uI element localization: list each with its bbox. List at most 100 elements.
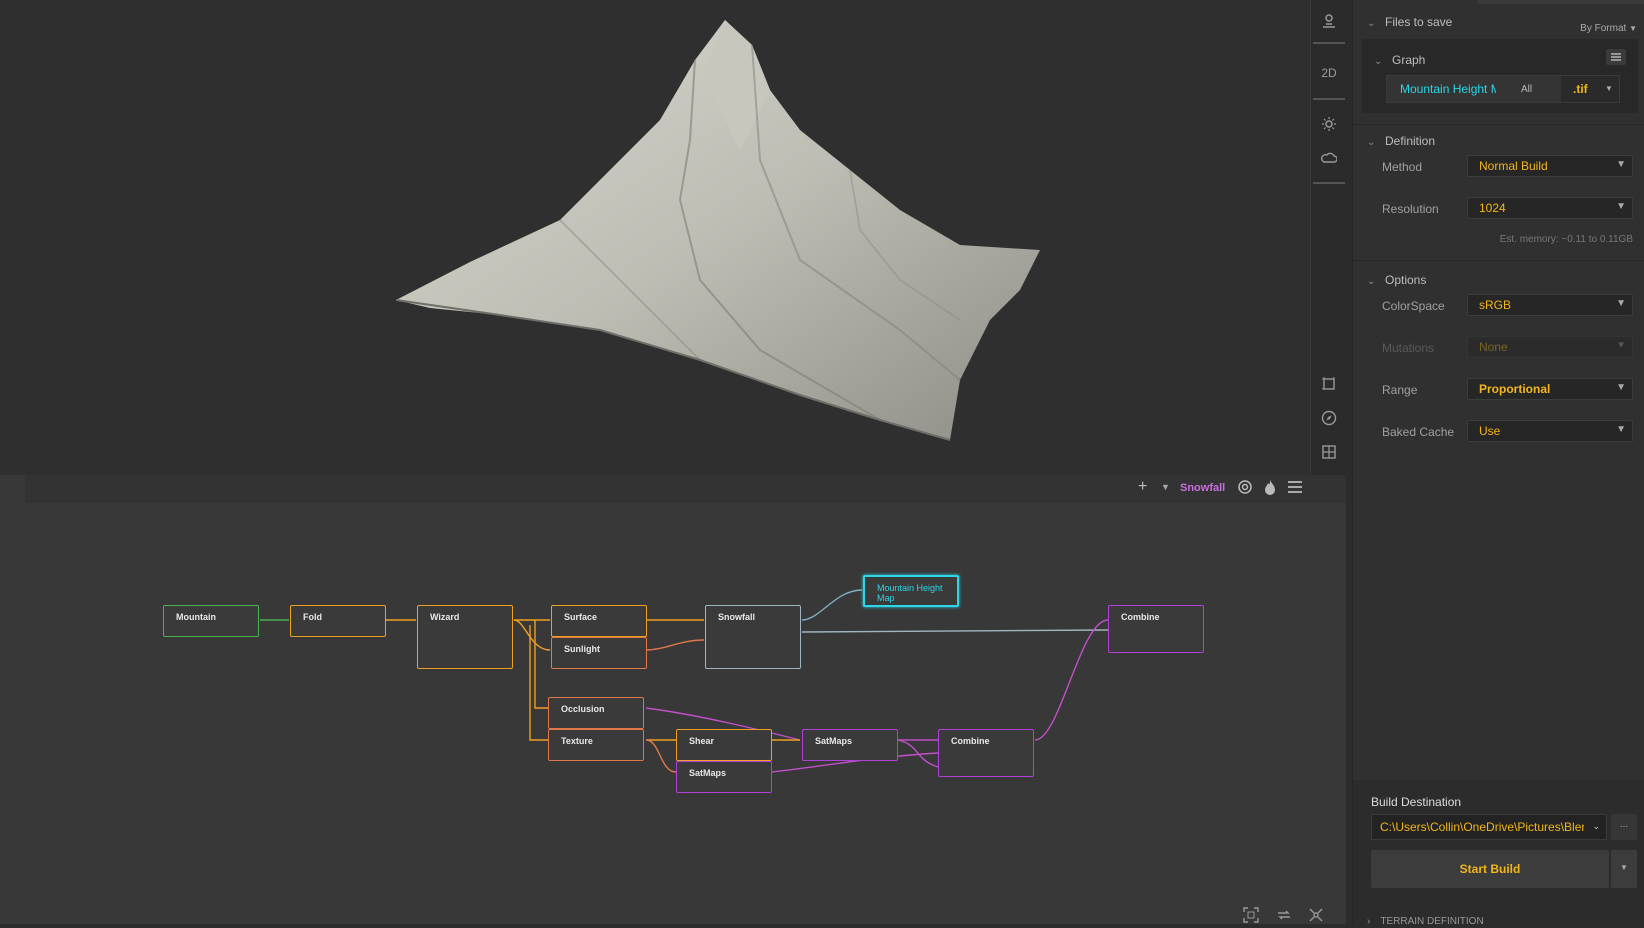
definition-title: Definition	[1385, 134, 1436, 148]
method-value: Normal Build	[1479, 159, 1548, 173]
grid-icon[interactable]	[1311, 436, 1347, 468]
chevron-down-icon: ▼	[1616, 340, 1626, 351]
graph-wires	[260, 589, 1109, 773]
node-label: Shear	[689, 736, 715, 746]
build-destination-title: Build Destination	[1371, 795, 1462, 809]
separator	[1313, 182, 1345, 184]
node-fold[interactable]: Fold	[290, 605, 386, 637]
fit-view-icon[interactable]	[1243, 907, 1259, 928]
colorspace-label: ColorSpace	[1382, 299, 1445, 313]
colorspace-value: sRGB	[1479, 298, 1512, 312]
node-label: Sunlight	[564, 644, 600, 654]
resolution-value: 1024	[1479, 201, 1506, 215]
chevron-down-icon: ⌄	[1592, 821, 1600, 831]
node-label: SatMaps	[689, 768, 727, 778]
node-wizard[interactable]: Wizard	[417, 605, 513, 669]
node-label: SatMaps	[815, 736, 853, 746]
node-label: Snowfall	[718, 612, 756, 622]
range-value: Proportional	[1479, 382, 1551, 396]
build-options-dropdown[interactable]: ▼	[1611, 850, 1637, 888]
graph-group-title: Graph	[1392, 53, 1426, 67]
graph-file-group: ⌄ Graph Mountain Height M All .tif ▼	[1361, 38, 1639, 114]
chevron-down-icon: ▼	[1616, 298, 1626, 309]
node-satmaps-b[interactable]: SatMaps	[676, 761, 772, 793]
chevron-right-icon: ›	[1367, 916, 1371, 927]
node-label: Texture	[561, 736, 593, 746]
definition-header[interactable]: ⌄ Definition	[1367, 134, 1435, 148]
terrain-definition-title: TERRAIN DEFINITION	[1380, 916, 1484, 927]
frame-select-icon[interactable]	[1311, 368, 1347, 400]
chevron-down-icon: ▼	[1629, 24, 1637, 33]
node-graph[interactable]: + ▼ Snowfall Mountain Fold Wizard Surfac…	[0, 475, 1346, 924]
node-shear[interactable]: Shear	[676, 729, 772, 761]
node-label: Wizard	[430, 612, 460, 622]
files-to-save-header[interactable]: ⌄ Files to save	[1367, 15, 1452, 29]
mutations-dropdown: None ▼	[1467, 336, 1633, 358]
viewport-toolbar: 2D	[1310, 0, 1347, 475]
options-header[interactable]: ⌄ Options	[1367, 273, 1426, 287]
node-surface[interactable]: Surface	[551, 605, 647, 637]
node-satmaps-a[interactable]: SatMaps	[802, 729, 898, 761]
mountain-render	[395, 20, 1040, 441]
estimated-memory: Est. memory: ~0.11 to 0.11GB	[1499, 234, 1633, 245]
panel-tab-indicator	[1477, 0, 1644, 4]
range-dropdown[interactable]: Proportional ▼	[1467, 378, 1633, 400]
build-path-field[interactable]: C:\Users\Collin\OneDrive\Pictures\Blend …	[1371, 814, 1607, 840]
node-occlusion[interactable]: Occlusion	[548, 697, 644, 729]
browse-button[interactable]: ...	[1611, 814, 1637, 840]
list-menu-icon[interactable]	[1606, 49, 1626, 65]
sun-lighting-icon[interactable]	[1311, 108, 1347, 140]
camera-person-icon[interactable]	[1311, 5, 1347, 37]
node-label: Surface	[564, 612, 598, 622]
node-sunlight[interactable]: Sunlight	[551, 637, 647, 669]
mutations-label: Mutations	[1382, 341, 1435, 355]
node-label: Fold	[303, 612, 322, 622]
graph-group-header[interactable]: ⌄ Graph	[1374, 53, 1425, 67]
chevron-down-icon: ▼	[1616, 382, 1626, 393]
cloud-icon[interactable]	[1311, 142, 1347, 174]
node-mountain-height-map[interactable]: Mountain Height Map	[863, 575, 959, 607]
node-combine-top[interactable]: Combine	[1108, 605, 1204, 653]
resolution-dropdown[interactable]: 1024 ▼	[1467, 197, 1633, 219]
separator	[1313, 42, 1345, 44]
node-mountain[interactable]: Mountain	[163, 605, 259, 637]
3d-viewport[interactable]	[0, 0, 1310, 475]
start-build-button[interactable]: Start Build	[1371, 850, 1609, 888]
baked-cache-dropdown[interactable]: Use ▼	[1467, 420, 1633, 442]
build-section: Build Destination C:\Users\Collin\OneDri…	[1353, 780, 1644, 927]
chevron-down-icon: ▼	[1616, 424, 1626, 435]
chevron-down-icon: ▼	[1616, 201, 1626, 212]
build-panel: ⌄ Files to save By Format ▼ ⌄ Graph Mounta…	[1352, 0, 1644, 927]
extension-dropdown[interactable]: .tif ▼	[1561, 76, 1619, 102]
method-label: Method	[1382, 160, 1423, 174]
method-dropdown[interactable]: Normal Build ▼	[1467, 155, 1633, 177]
compass-icon[interactable]	[1311, 402, 1347, 434]
resolution-label: Resolution	[1382, 202, 1439, 216]
range-label: Range	[1382, 383, 1418, 397]
terrain-definition-header[interactable]: › TERRAIN DEFINITION	[1367, 916, 1484, 927]
node-label: Mountain	[176, 612, 216, 622]
file-name-field[interactable]: Mountain Height M	[1400, 82, 1496, 96]
divider	[1353, 260, 1644, 261]
auto-layout-icon[interactable]	[1308, 907, 1324, 928]
separator	[1313, 98, 1345, 100]
chevron-down-icon: ▼	[1605, 84, 1613, 93]
colorspace-dropdown[interactable]: sRGB ▼	[1467, 294, 1633, 316]
chevron-down-icon: ⌄	[1374, 56, 1383, 67]
chevron-down-icon: ⌄	[1367, 276, 1376, 287]
chevron-down-icon: ▼	[1616, 159, 1626, 170]
node-label: Mountain Height Map	[877, 583, 943, 603]
file-row: Mountain Height M All .tif ▼	[1386, 75, 1620, 103]
node-snowfall[interactable]: Snowfall	[705, 605, 801, 669]
start-build-label: Start Build	[1459, 862, 1521, 876]
node-combine-bottom[interactable]: Combine	[938, 729, 1034, 777]
2d-view-button[interactable]: 2D	[1311, 57, 1347, 89]
by-format-dropdown[interactable]: By Format ▼	[1580, 23, 1637, 34]
baked-cache-label: Baked Cache	[1382, 425, 1455, 439]
node-label: Combine	[951, 736, 990, 746]
files-to-save-title: Files to save	[1385, 15, 1453, 29]
refresh-icon[interactable]	[1276, 907, 1292, 928]
all-mutations-button[interactable]: All	[1521, 84, 1532, 95]
node-texture[interactable]: Texture	[548, 729, 644, 761]
mutations-value: None	[1479, 340, 1508, 354]
